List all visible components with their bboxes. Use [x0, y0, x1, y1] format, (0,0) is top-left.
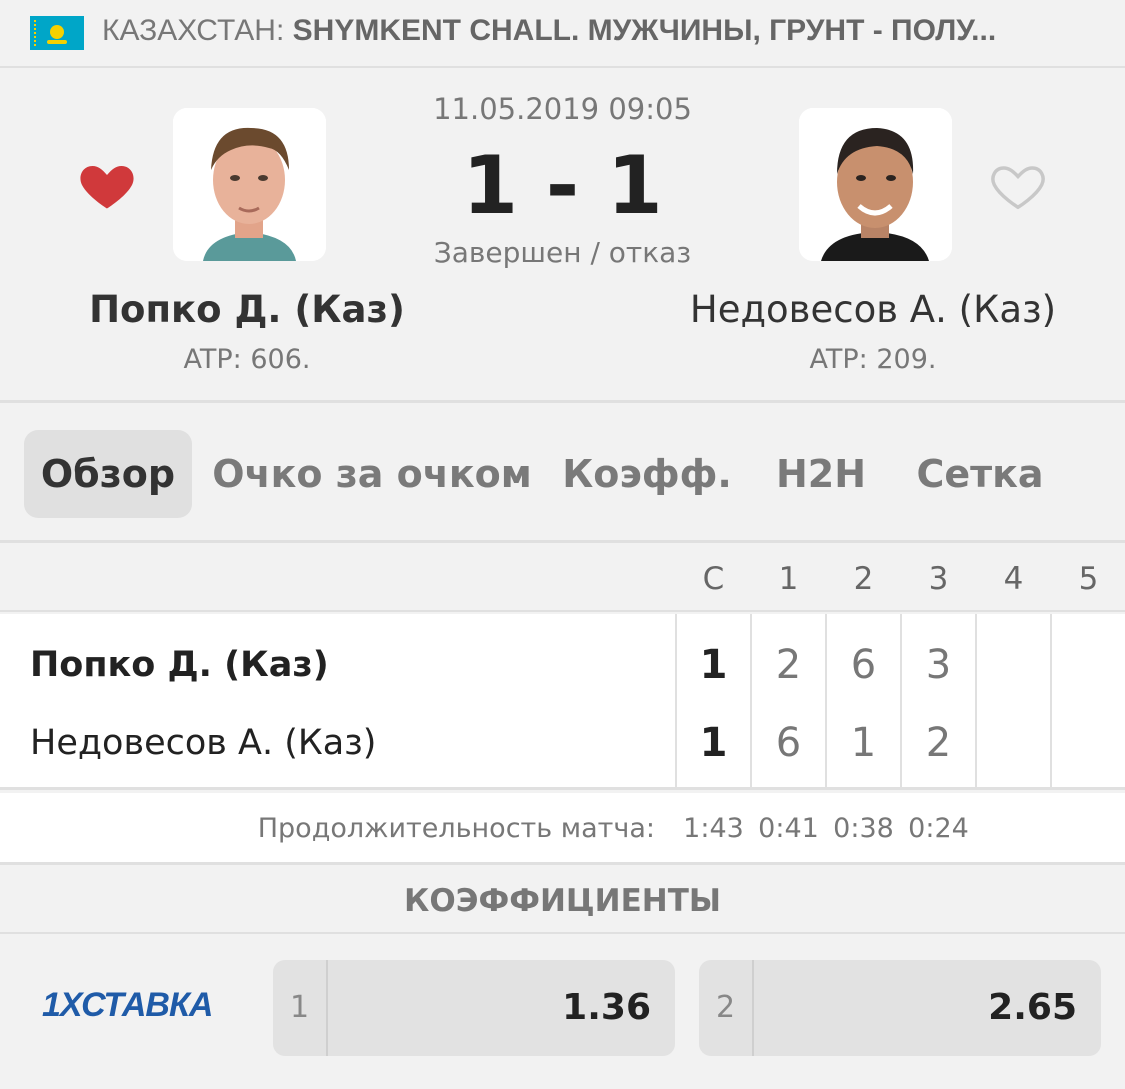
score-table: Попко Д. (Каз) 1 2 6 3 Недовесов А. (Каз… — [0, 614, 1125, 790]
odds-section-title: КОЭФФИЦИЕНТЫ — [0, 868, 1125, 934]
set2-score: 6 — [850, 642, 877, 688]
set2-score: 1 — [850, 720, 877, 766]
score-table-header: С 1 2 3 4 5 — [0, 546, 1125, 612]
column-header-set4: 4 — [1003, 561, 1024, 597]
player2-name[interactable]: Недовесов А. (Каз) — [653, 288, 1093, 331]
match-header: 11.05.2019 09:05 1 - 1 Завершен / отказ … — [0, 70, 1125, 403]
odds-label: 2 — [699, 960, 754, 1056]
column-header-set2: 2 — [853, 561, 874, 597]
tab-bar: Обзор Очко за очком Коэфф. H2H Сетка — [0, 406, 1125, 543]
odds-value: 2.65 — [988, 987, 1077, 1028]
set1-score: 6 — [775, 720, 802, 766]
set3-score: 3 — [925, 642, 952, 688]
set1-score: 2 — [775, 642, 802, 688]
odds-button-home[interactable]: 1 1.36 — [273, 960, 675, 1056]
set3-score: 2 — [925, 720, 952, 766]
tournament-title: КАЗАХСТАН: SHYMKENT CHALL. МУЖЧИНЫ, ГРУН… — [102, 14, 996, 48]
column-header-set5: 5 — [1078, 561, 1099, 597]
player2-rank: ATP: 209. — [809, 344, 937, 375]
table-row: Попко Д. (Каз) 1 2 6 3 — [0, 626, 1125, 704]
kazakhstan-flag-icon — [30, 16, 84, 50]
sets-total: 1 — [699, 642, 728, 688]
odds-section: 1ХСТАВКА 1 1.36 2 2.65 — [0, 936, 1125, 1089]
tab-h2h[interactable]: H2H — [762, 430, 880, 518]
row-player-name[interactable]: Попко Д. (Каз) — [30, 626, 329, 704]
odds-button-away[interactable]: 2 2.65 — [699, 960, 1101, 1056]
country-label: КАЗАХСТАН: — [102, 14, 285, 47]
tab-odds[interactable]: Коэфф. — [557, 430, 737, 518]
duration-label: Продолжительность матча: — [257, 813, 655, 844]
player1-name[interactable]: Попко Д. (Каз) — [27, 288, 467, 331]
column-header-sets: С — [702, 561, 725, 597]
heart-outline-icon[interactable] — [988, 156, 1048, 216]
column-header-set3: 3 — [928, 561, 949, 597]
set5-score — [1051, 626, 1125, 704]
table-row: Недовесов А. (Каз) 1 6 1 2 — [0, 704, 1125, 782]
player1-rank: ATP: 606. — [183, 344, 311, 375]
bookmaker-logo[interactable]: 1ХСТАВКА — [42, 986, 213, 1025]
tab-draw[interactable]: Сетка — [903, 430, 1057, 518]
set4-score — [976, 704, 1051, 782]
match-status: Завершен / отказ — [433, 236, 692, 269]
match-duration-row: Продолжительность матча: 1:43 0:41 0:38 … — [0, 793, 1125, 865]
odds-label: 1 — [273, 960, 328, 1056]
tournament-name: SHYMKENT CHALL. МУЖЧИНЫ, ГРУНТ - ПОЛУ... — [292, 14, 997, 47]
player2-photo[interactable] — [799, 108, 952, 261]
sets-total: 1 — [699, 720, 728, 766]
row-player-name[interactable]: Недовесов А. (Каз) — [30, 704, 376, 782]
duration-set3: 0:24 — [908, 813, 969, 844]
match-score: 1 - 1 — [462, 139, 663, 232]
tournament-header[interactable]: КАЗАХСТАН: SHYMKENT CHALL. МУЖЧИНЫ, ГРУН… — [0, 0, 1125, 68]
set5-score — [1051, 704, 1125, 782]
duration-set1: 0:41 — [758, 813, 819, 844]
odds-value: 1.36 — [562, 987, 651, 1028]
column-header-set1: 1 — [778, 561, 799, 597]
match-datetime: 11.05.2019 09:05 — [433, 92, 692, 126]
duration-set2: 0:38 — [833, 813, 894, 844]
tab-overview[interactable]: Обзор — [24, 430, 192, 518]
tab-point-by-point[interactable]: Очко за очком — [212, 430, 532, 518]
set4-score — [976, 626, 1051, 704]
duration-total: 1:43 — [683, 813, 744, 844]
